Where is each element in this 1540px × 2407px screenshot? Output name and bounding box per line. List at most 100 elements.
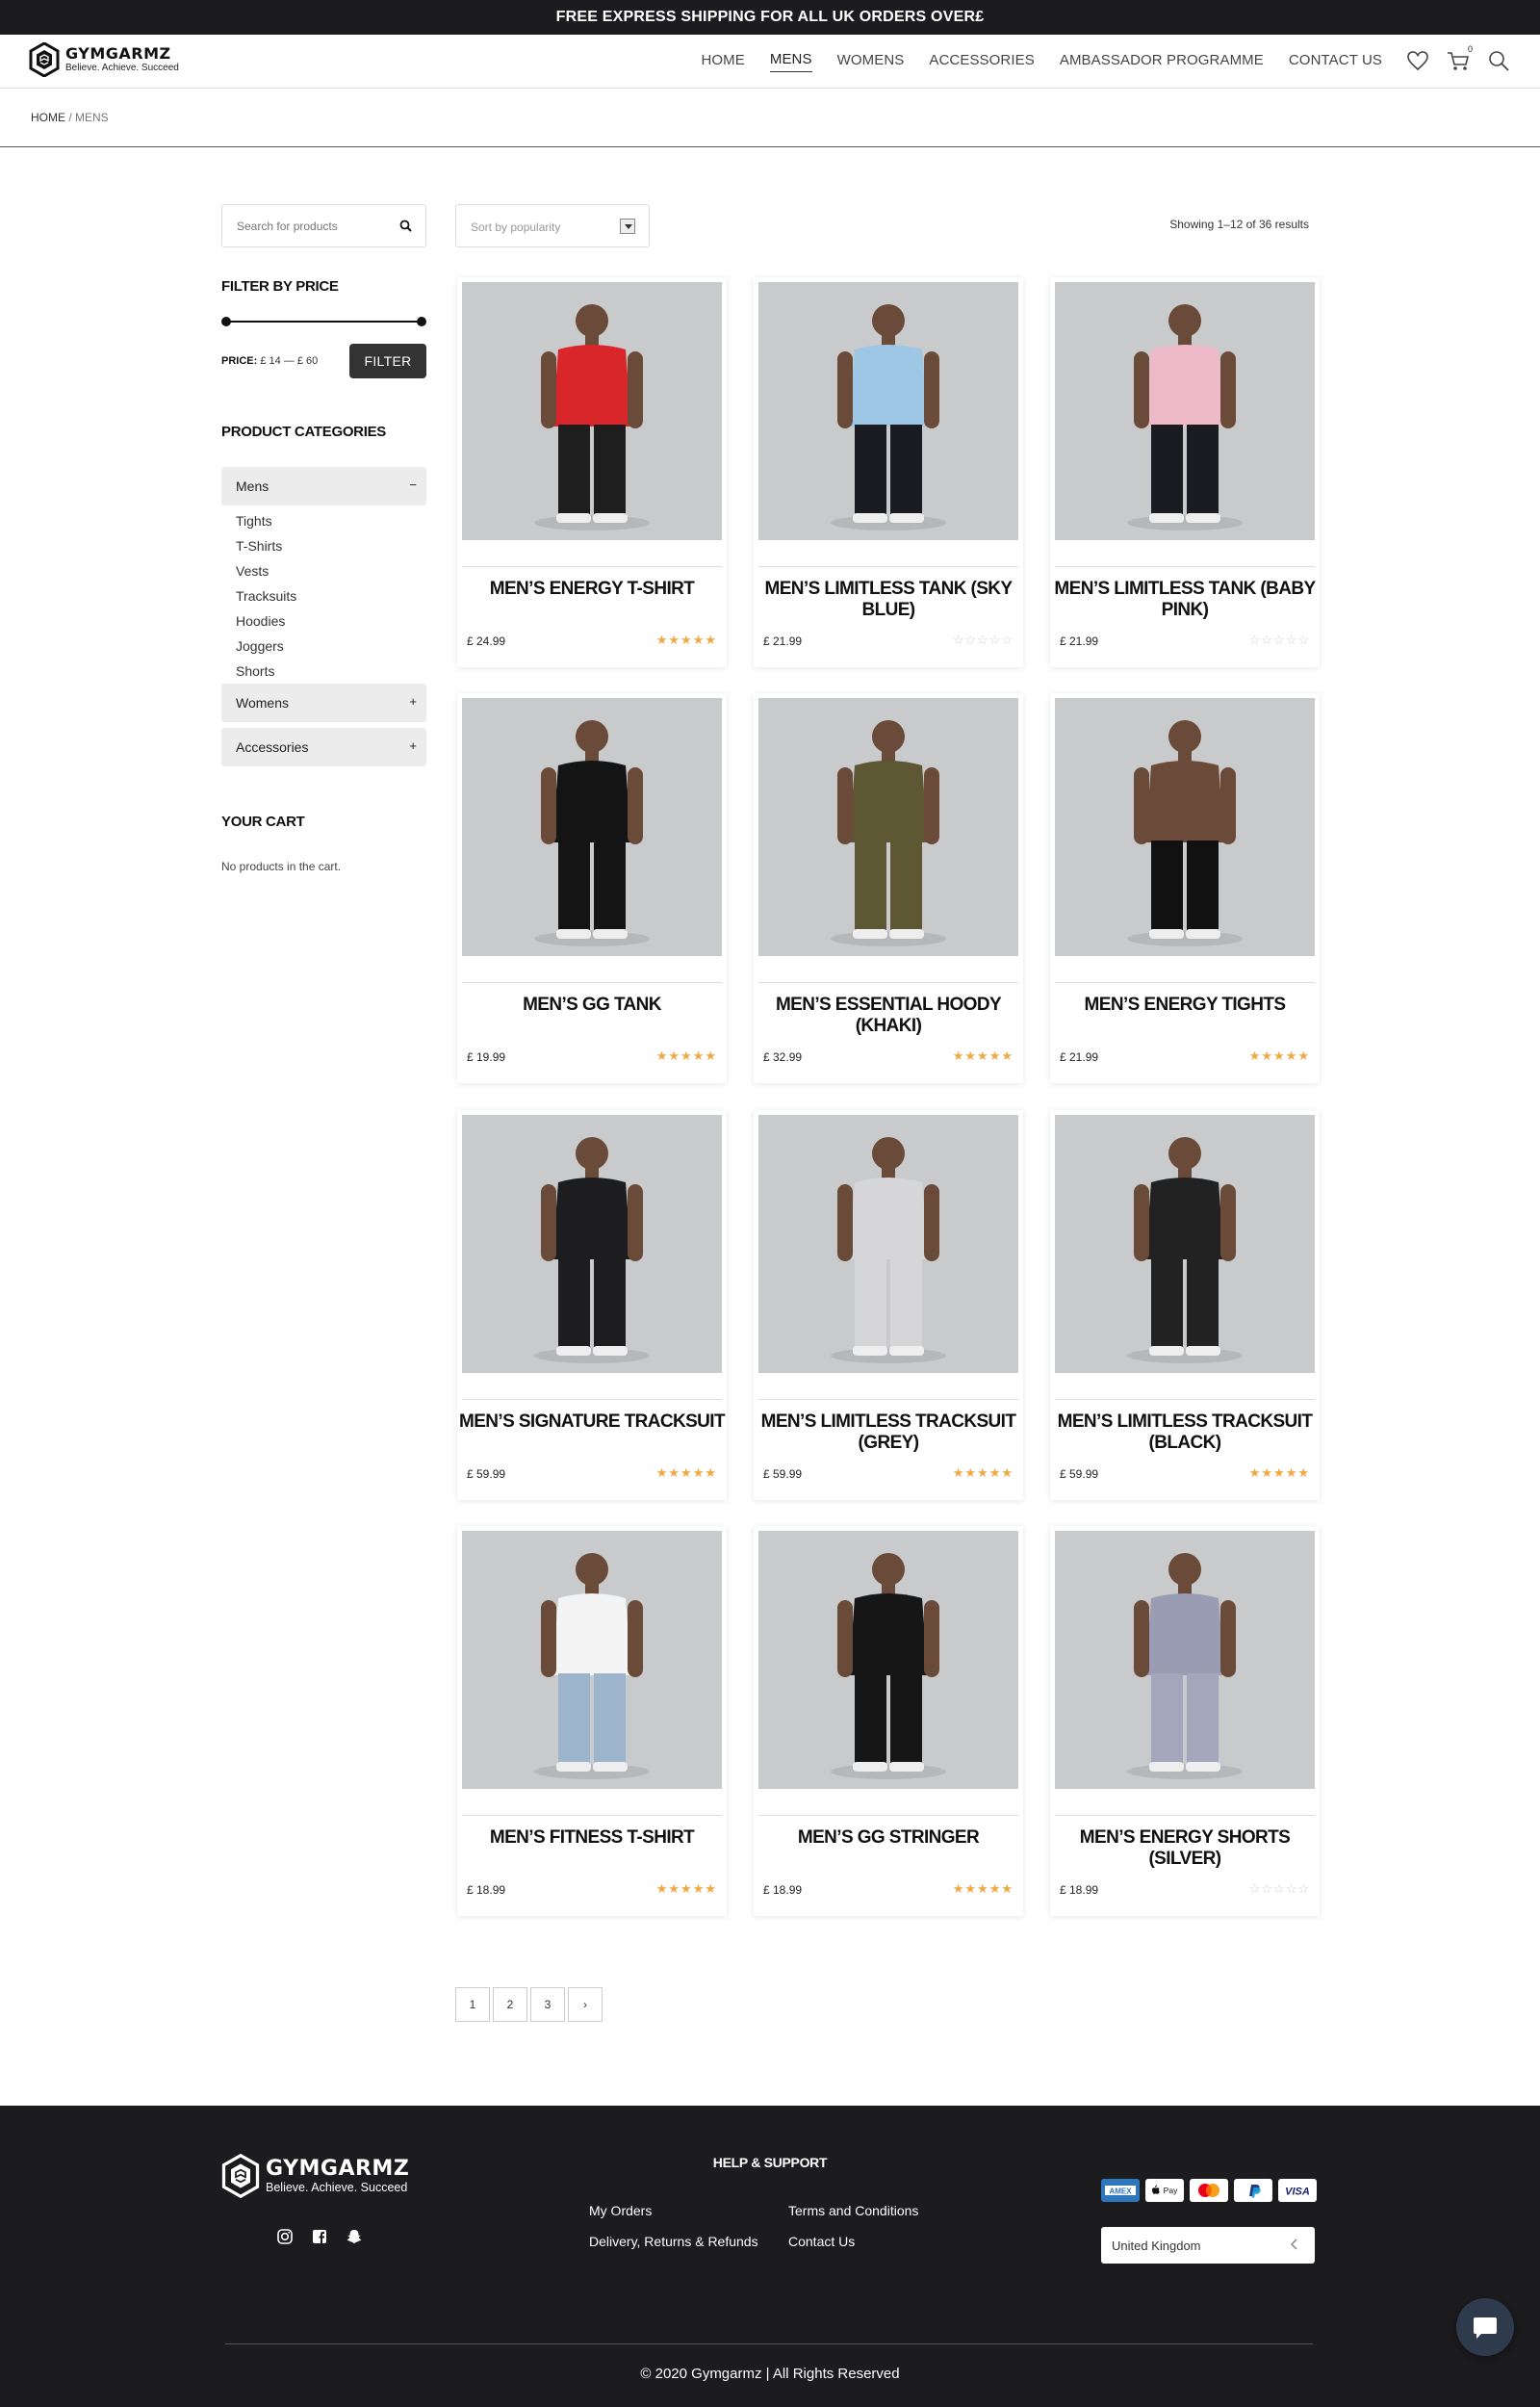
- product-card[interactable]: MEN’S FITNESS T-SHIRT £ 18.99 ★★★★★: [457, 1526, 727, 1916]
- subcategory-tracksuits[interactable]: Tracksuits: [236, 583, 296, 608]
- product-rating: ★★★★★: [953, 1881, 1014, 1897]
- filter-button[interactable]: FILTER: [349, 344, 426, 378]
- product-card[interactable]: MEN’S LIMITLESS TANK (SKY BLUE) £ 21.99 ☆☆…: [754, 277, 1023, 667]
- product-name[interactable]: MEN’S LIMITLESS TRACKSUIT (GREY): [754, 1411, 1023, 1454]
- subcategory-tights[interactable]: Tights: [236, 508, 296, 533]
- site-logo[interactable]: GYMGARMZ Believe. Achieve. Succeed: [29, 42, 179, 77]
- nav-womens[interactable]: WOMENS: [837, 52, 905, 72]
- page-2[interactable]: 2: [493, 1987, 527, 2022]
- product-name[interactable]: MEN’S ENERGY SHORTS (SILVER): [1050, 1827, 1320, 1870]
- product-name[interactable]: MEN’S GG STRINGER: [754, 1827, 1023, 1849]
- price-slider-min-handle[interactable]: [221, 317, 231, 326]
- star-icon: ★: [705, 1465, 717, 1480]
- subcategory-tshirts[interactable]: T-Shirts: [236, 533, 296, 558]
- nav-ambassador[interactable]: AMBASSADOR PROGRAMME: [1060, 52, 1264, 72]
- product-image[interactable]: [1055, 282, 1315, 540]
- product-name[interactable]: MEN’S LIMITLESS TRACKSUIT (BLACK): [1050, 1411, 1320, 1454]
- nav-home[interactable]: HOME: [701, 52, 744, 72]
- subcategory-vests[interactable]: Vests: [236, 558, 296, 583]
- footer-link-contact[interactable]: Contact Us: [788, 2234, 855, 2249]
- star-icon: ☆: [1297, 1881, 1310, 1896]
- product-name[interactable]: MEN’S FITNESS T-SHIRT: [457, 1827, 727, 1849]
- nav-accessories[interactable]: ACCESSORIES: [929, 52, 1034, 72]
- cart-button[interactable]: 0: [1446, 44, 1473, 73]
- product-image[interactable]: [462, 1531, 722, 1789]
- star-icon: ★: [692, 1881, 706, 1896]
- product-name[interactable]: MEN’S SIGNATURE TRACKSUIT: [457, 1411, 727, 1433]
- product-name[interactable]: MEN’S ESSENTIAL HOODY (KHAKI): [754, 995, 1023, 1037]
- product-card[interactable]: MEN’S ENERGY SHORTS (SILVER) £ 18.99 ☆☆☆☆☆: [1050, 1526, 1320, 1916]
- product-card[interactable]: MEN’S ESSENTIAL HOODY (KHAKI) £ 32.99 ★★★★…: [754, 693, 1023, 1083]
- product-card[interactable]: MEN’S ENERGY T-SHIRT £ 24.99 ★★★★★: [457, 277, 727, 667]
- page-1[interactable]: 1: [455, 1987, 490, 2022]
- chevron-down-icon[interactable]: [620, 219, 635, 234]
- country-select[interactable]: United Kingdom: [1101, 2227, 1315, 2264]
- product-image[interactable]: [462, 282, 722, 540]
- logo-tagline: Believe. Achieve. Succeed: [65, 63, 179, 73]
- product-image[interactable]: [462, 698, 722, 956]
- category-womens[interactable]: Womens +: [221, 684, 426, 722]
- product-card[interactable]: MEN’S GG STRINGER £ 18.99 ★★★★★: [754, 1526, 1023, 1916]
- product-image[interactable]: [758, 282, 1018, 540]
- star-icon: ★: [1297, 1048, 1310, 1063]
- product-price: £ 59.99: [467, 1467, 506, 1481]
- next-page-button[interactable]: ›: [568, 1987, 603, 2022]
- sort-select[interactable]: Sort by popularity: [455, 204, 650, 247]
- category-mens-label: Mens: [236, 479, 270, 494]
- subcategory-joggers[interactable]: Joggers: [236, 634, 296, 659]
- category-womens-toggle[interactable]: +: [409, 694, 417, 709]
- search-icon[interactable]: [1486, 48, 1511, 73]
- search-icon[interactable]: [399, 220, 412, 232]
- product-search-input[interactable]: [222, 205, 376, 246]
- chat-button[interactable]: [1456, 2298, 1514, 2356]
- product-card[interactable]: MEN’S GG TANK £ 19.99 ★★★★★: [457, 693, 727, 1083]
- price-slider[interactable]: [221, 317, 426, 326]
- footer-link-my-orders[interactable]: My Orders: [589, 2203, 652, 2218]
- product-image[interactable]: [1055, 1531, 1315, 1789]
- product-image[interactable]: [758, 1531, 1018, 1789]
- subcategory-hoodies[interactable]: Hoodies: [236, 608, 296, 634]
- heart-icon[interactable]: [1405, 48, 1430, 73]
- nav-contact[interactable]: CONTACT US: [1289, 52, 1382, 72]
- category-mens-toggle[interactable]: −: [409, 478, 417, 492]
- product-name[interactable]: MEN’S ENERGY T-SHIRT: [457, 579, 727, 600]
- product-image[interactable]: [462, 1115, 722, 1373]
- sort-select-value: Sort by popularity: [471, 220, 561, 234]
- product-name[interactable]: MEN’S LIMITLESS TANK (SKY BLUE): [754, 579, 1023, 621]
- breadcrumb-home[interactable]: HOME: [31, 111, 65, 124]
- footer-link-delivery-returns[interactable]: Delivery, Returns & Refunds: [589, 2234, 758, 2249]
- product-name[interactable]: MEN’S LIMITLESS TANK (BABY PINK): [1050, 579, 1320, 621]
- product-card[interactable]: MEN’S SIGNATURE TRACKSUIT £ 59.99 ★★★★★: [457, 1110, 727, 1500]
- product-image[interactable]: [758, 698, 1018, 956]
- svg-text:VISA: VISA: [1285, 2187, 1310, 2198]
- product-image[interactable]: [1055, 1115, 1315, 1373]
- product-rating: ★★★★★: [656, 1881, 717, 1897]
- category-accessories[interactable]: Accessories +: [221, 728, 426, 766]
- footer-link-terms[interactable]: Terms and Conditions: [788, 2203, 918, 2218]
- product-card[interactable]: MEN’S ENERGY TIGHTS £ 21.99 ★★★★★: [1050, 693, 1320, 1083]
- country-select-value: United Kingdom: [1112, 2239, 1201, 2253]
- star-icon: ★: [988, 1881, 1002, 1896]
- snapchat-icon[interactable]: [346, 2228, 363, 2245]
- product-image[interactable]: [758, 1115, 1018, 1373]
- product-image[interactable]: [1055, 698, 1315, 956]
- chevron-left-icon[interactable]: [1288, 2238, 1301, 2251]
- category-mens[interactable]: Mens −: [221, 467, 426, 505]
- subcategory-shorts[interactable]: Shorts: [236, 659, 296, 684]
- facebook-icon[interactable]: [311, 2228, 328, 2245]
- price-range: PRICE: £ 14 — £ 60: [221, 355, 318, 367]
- nav-mens[interactable]: MENS: [769, 51, 812, 72]
- price-slider-max-handle[interactable]: [417, 317, 426, 326]
- product-card[interactable]: MEN’S LIMITLESS TRACKSUIT (GREY) £ 59.99 ★…: [754, 1110, 1023, 1500]
- product-card[interactable]: MEN’S LIMITLESS TRACKSUIT (BLACK) £ 59.99…: [1050, 1110, 1320, 1500]
- product-name[interactable]: MEN’S ENERGY TIGHTS: [1050, 995, 1320, 1016]
- product-card[interactable]: MEN’S LIMITLESS TANK (BABY PINK) £ 21.99 ☆…: [1050, 277, 1320, 667]
- star-icon: ★: [680, 1881, 693, 1896]
- page-3[interactable]: 3: [530, 1987, 565, 2022]
- amex-icon: AMEX: [1101, 2179, 1140, 2202]
- category-accessories-toggle[interactable]: +: [409, 738, 417, 753]
- star-icon: ★: [1001, 1465, 1014, 1480]
- instagram-icon[interactable]: [276, 2228, 294, 2245]
- product-price: £ 59.99: [763, 1467, 803, 1481]
- product-name[interactable]: MEN’S GG TANK: [457, 995, 727, 1016]
